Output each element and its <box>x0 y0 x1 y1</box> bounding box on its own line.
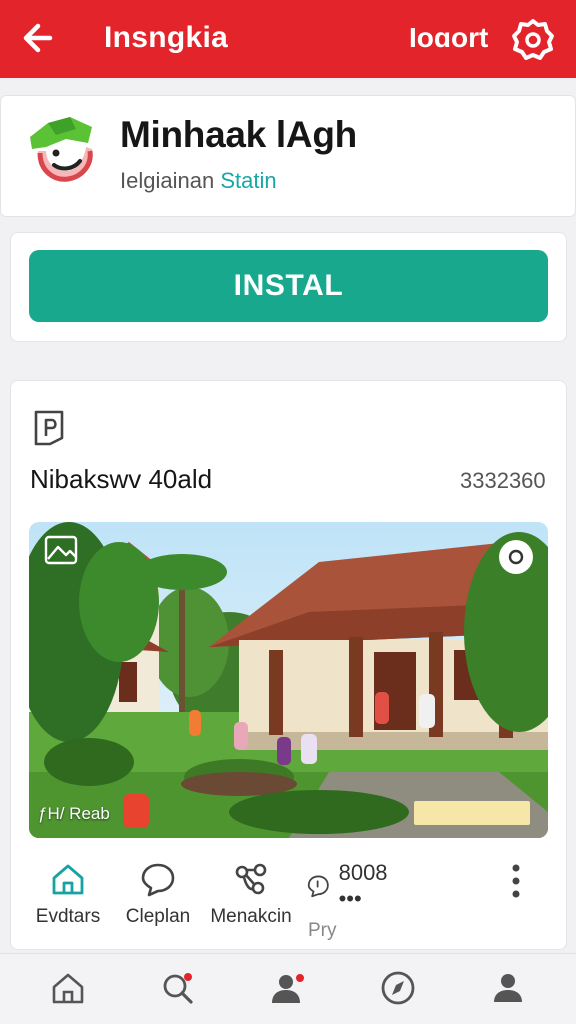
photo-label-bar <box>414 801 530 825</box>
action-label: Menakcin <box>210 906 292 927</box>
back-arrow-icon[interactable] <box>20 18 64 58</box>
app-subtitle-text: Ielgiainan <box>120 168 215 193</box>
comment-icon <box>307 875 329 898</box>
more-vert-icon[interactable] <box>508 862 524 900</box>
chat-bubble-icon <box>141 863 175 897</box>
page-title: Insngkia <box>104 21 229 54</box>
share-icon <box>235 863 267 895</box>
comment-count: 8008 ••• <box>338 860 388 911</box>
action-label: Evdtars <box>35 906 101 927</box>
home-icon[interactable] <box>50 970 86 1006</box>
post-count: 3332360 <box>460 468 546 493</box>
app-logo-icon <box>30 117 93 182</box>
post-title: Nibakswv 40ald <box>30 464 213 494</box>
action-cleplan[interactable]: Cleplan <box>118 860 198 928</box>
gear-icon[interactable] <box>510 16 556 62</box>
install-button[interactable]: INSTAL <box>29 250 548 322</box>
app-subtitle-link[interactable]: Statin <box>220 168 276 193</box>
action-label: Pry <box>308 920 337 941</box>
photo-caption: ƒH/ Reab <box>38 804 110 823</box>
profile-icon[interactable] <box>490 970 526 1006</box>
import-button[interactable]: Ioɑort <box>409 22 488 54</box>
top-app-bar: Insngkia Ioɑort <box>0 0 576 78</box>
image-icon <box>44 535 78 565</box>
compass-icon[interactable] <box>380 970 416 1006</box>
tag-icon[interactable] <box>30 408 68 448</box>
search-icon[interactable] <box>160 970 196 1006</box>
people-icon[interactable] <box>270 970 306 1006</box>
post-photo[interactable] <box>29 522 548 838</box>
action-menakcin[interactable]: Menakcin <box>208 860 294 928</box>
action-pry[interactable]: 8008 ••• Pry <box>306 860 392 942</box>
action-evdtars[interactable]: Evdtars <box>28 860 108 928</box>
record-dot-icon <box>508 549 524 565</box>
home-icon <box>52 864 84 895</box>
action-label: Cleplan <box>125 906 191 927</box>
app-name: Minhaak lAgh <box>120 114 357 155</box>
record-icon[interactable] <box>499 540 533 574</box>
app-subtitle: Ielgiainan Statin <box>120 168 277 194</box>
